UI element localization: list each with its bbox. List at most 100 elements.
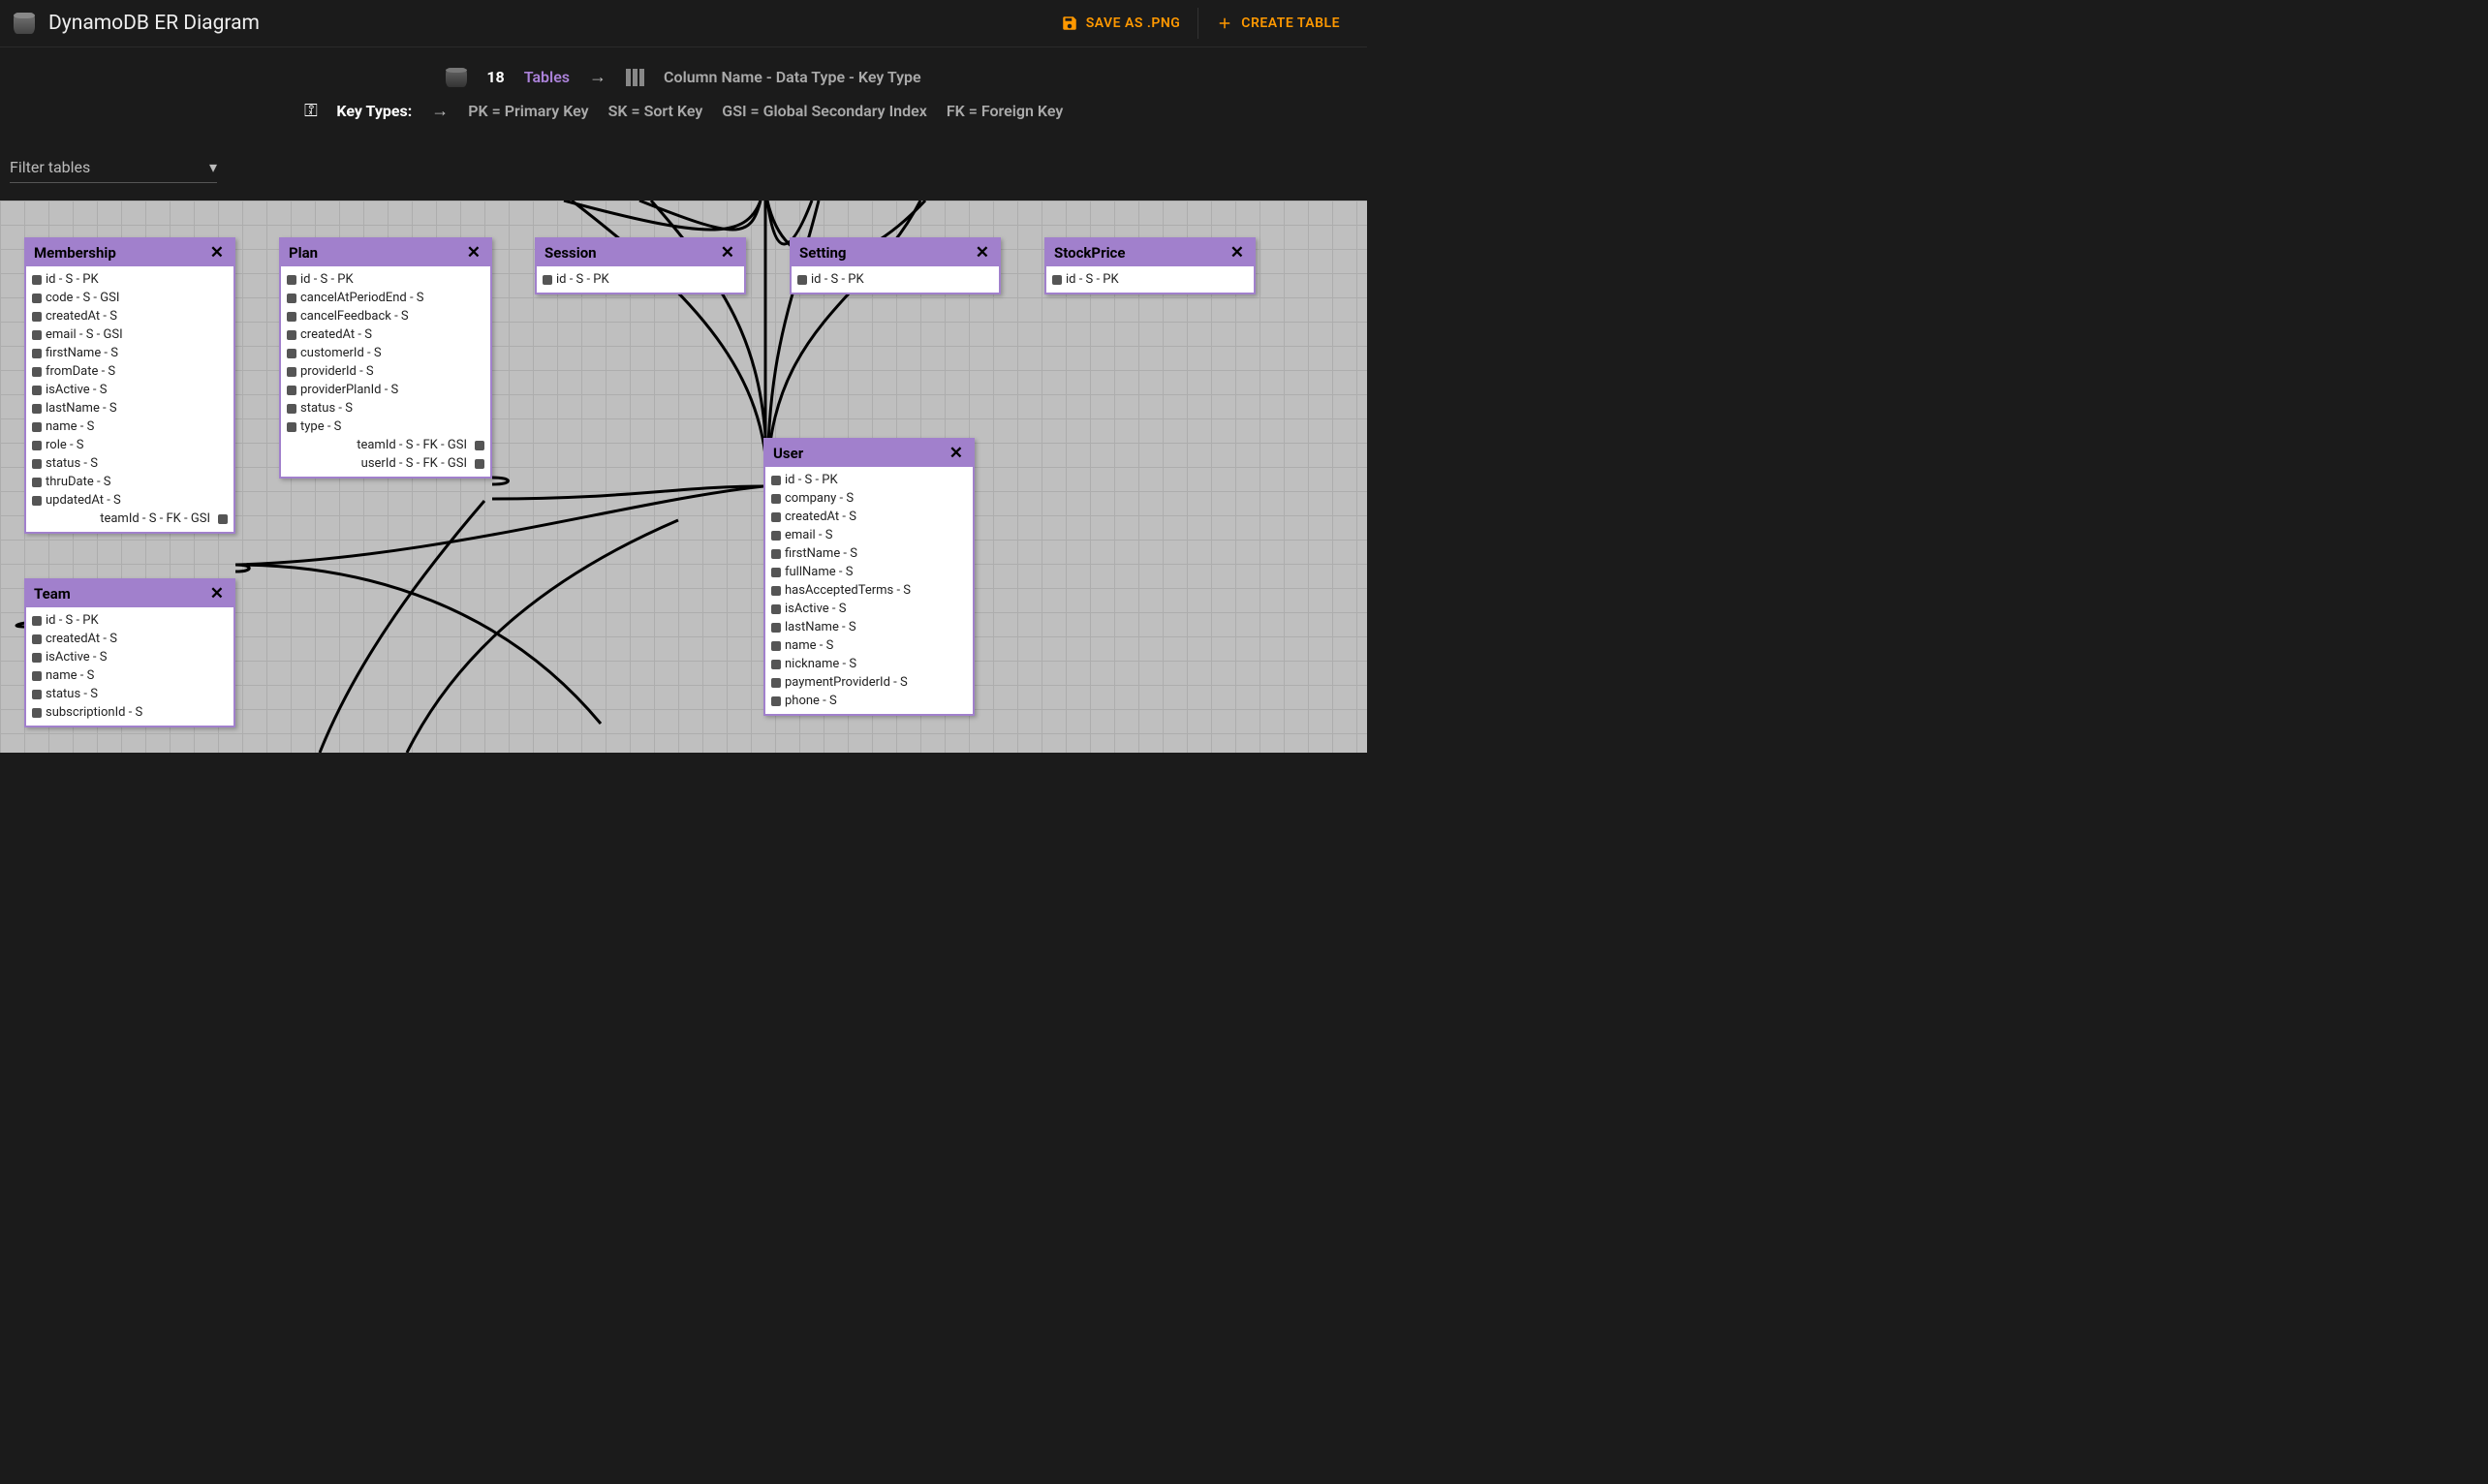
attribute-row[interactable]: id - S - PK xyxy=(283,270,488,289)
port-icon xyxy=(1052,275,1062,285)
entity-header[interactable]: Plan ✕ xyxy=(281,239,490,266)
close-icon[interactable]: ✕ xyxy=(1228,243,1246,263)
entity-session[interactable]: Session ✕ id - S - PK xyxy=(535,237,746,294)
plus-icon xyxy=(1216,15,1233,32)
entity-team[interactable]: Team ✕ id - S - PKcreatedAt - SisActive … xyxy=(24,578,235,727)
attribute-row[interactable]: cancelAtPeriodEnd - S xyxy=(283,289,488,307)
attribute-row[interactable]: createdAt - S xyxy=(283,325,488,344)
attribute-row[interactable]: updatedAt - S xyxy=(28,491,232,510)
er-canvas[interactable]: Membership ✕ id - S - PKcode - S - GSIcr… xyxy=(0,201,1367,753)
attribute-row[interactable]: hasAcceptedTerms - S xyxy=(767,581,971,600)
attribute-row[interactable]: cancelFeedback - S xyxy=(283,307,488,325)
entity-header[interactable]: Setting ✕ xyxy=(792,239,999,266)
port-icon xyxy=(475,459,484,469)
database-icon xyxy=(446,68,467,87)
column-caption: Column Name - Data Type - Key Type xyxy=(664,68,921,86)
attribute-label: hasAcceptedTerms - S xyxy=(785,583,911,598)
close-icon[interactable]: ✕ xyxy=(974,243,991,263)
attribute-label: providerPlanId - S xyxy=(300,383,398,397)
entity-header[interactable]: Membership ✕ xyxy=(26,239,233,266)
attribute-row[interactable]: firstName - S xyxy=(767,544,971,563)
attribute-row[interactable]: name - S xyxy=(28,666,232,685)
port-icon xyxy=(32,422,42,432)
save-as-png-button[interactable]: SAVE AS .PNG xyxy=(1047,7,1195,40)
attribute-row[interactable]: providerId - S xyxy=(283,362,488,381)
attribute-row[interactable]: id - S - PK xyxy=(767,471,971,489)
attribute-label: firstName - S xyxy=(46,346,118,360)
attribute-row[interactable]: role - S xyxy=(28,436,232,454)
attribute-row-fk[interactable]: teamId - S - FK - GSI xyxy=(283,436,488,454)
attribute-label: name - S xyxy=(46,668,94,683)
attribute-row[interactable]: fullName - S xyxy=(767,563,971,581)
attribute-row[interactable]: createdAt - S xyxy=(28,630,232,648)
attribute-row[interactable]: type - S xyxy=(283,417,488,436)
attribute-label: phone - S xyxy=(785,694,837,708)
entity-body: id - S - PKcompany - ScreatedAt - Semail… xyxy=(765,467,973,714)
attribute-row[interactable]: id - S - PK xyxy=(793,270,997,289)
attribute-row[interactable]: fromDate - S xyxy=(28,362,232,381)
attribute-label: firstName - S xyxy=(785,546,857,561)
port-icon xyxy=(475,441,484,450)
attribute-row[interactable]: company - S xyxy=(767,489,971,508)
attribute-row[interactable]: providerPlanId - S xyxy=(283,381,488,399)
attribute-row[interactable]: email - S xyxy=(767,526,971,544)
tables-link[interactable]: Tables xyxy=(524,68,570,86)
entity-header[interactable]: StockPrice ✕ xyxy=(1046,239,1254,266)
close-icon[interactable]: ✕ xyxy=(465,243,482,263)
save-label: SAVE AS .PNG xyxy=(1086,15,1181,31)
attribute-row[interactable]: paymentProviderId - S xyxy=(767,673,971,692)
close-icon[interactable]: ✕ xyxy=(208,584,226,603)
close-icon[interactable]: ✕ xyxy=(208,243,226,263)
divider xyxy=(1197,8,1198,39)
port-icon xyxy=(32,349,42,358)
attribute-row[interactable]: customerId - S xyxy=(283,344,488,362)
attribute-row[interactable]: isActive - S xyxy=(767,600,971,618)
attribute-row[interactable]: lastName - S xyxy=(767,618,971,636)
attribute-row[interactable]: status - S xyxy=(28,454,232,473)
port-icon xyxy=(771,512,781,522)
attribute-row[interactable]: firstName - S xyxy=(28,344,232,362)
attribute-label: userId - S - FK - GSI xyxy=(361,456,467,471)
attribute-row[interactable]: thruDate - S xyxy=(28,473,232,491)
entity-stockprice[interactable]: StockPrice ✕ id - S - PK xyxy=(1044,237,1256,294)
attribute-row[interactable]: id - S - PK xyxy=(28,270,232,289)
entity-header[interactable]: User ✕ xyxy=(765,440,973,467)
entity-user[interactable]: User ✕ id - S - PKcompany - ScreatedAt -… xyxy=(763,438,975,716)
entity-membership[interactable]: Membership ✕ id - S - PKcode - S - GSIcr… xyxy=(24,237,235,534)
table-count: 18 xyxy=(486,68,504,86)
port-icon xyxy=(32,330,42,340)
attribute-label: fullName - S xyxy=(785,565,853,579)
attribute-row[interactable]: name - S xyxy=(767,636,971,655)
attribute-row[interactable]: subscriptionId - S xyxy=(28,703,232,722)
attribute-row-fk[interactable]: teamId - S - FK - GSI xyxy=(28,510,232,528)
entity-header[interactable]: Session ✕ xyxy=(537,239,744,266)
entity-header[interactable]: Team ✕ xyxy=(26,580,233,607)
attribute-row[interactable]: status - S xyxy=(283,399,488,417)
attribute-row[interactable]: status - S xyxy=(28,685,232,703)
entity-plan[interactable]: Plan ✕ id - S - PKcancelAtPeriodEnd - Sc… xyxy=(279,237,492,479)
attribute-row[interactable]: email - S - GSI xyxy=(28,325,232,344)
attribute-row[interactable]: isActive - S xyxy=(28,381,232,399)
attribute-row[interactable]: name - S xyxy=(28,417,232,436)
attribute-row[interactable]: phone - S xyxy=(767,692,971,710)
entity-setting[interactable]: Setting ✕ id - S - PK xyxy=(790,237,1001,294)
close-icon[interactable]: ✕ xyxy=(948,444,965,463)
topbar: DynamoDB ER Diagram SAVE AS .PNG CREATE … xyxy=(0,0,1367,47)
attribute-row[interactable]: id - S - PK xyxy=(28,611,232,630)
attribute-row[interactable]: nickname - S xyxy=(767,655,971,673)
attribute-label: teamId - S - FK - GSI xyxy=(100,511,210,526)
attribute-row-fk[interactable]: userId - S - FK - GSI xyxy=(283,454,488,473)
attribute-row[interactable]: createdAt - S xyxy=(28,307,232,325)
attribute-label: status - S xyxy=(46,456,98,471)
attribute-row[interactable]: id - S - PK xyxy=(1048,270,1252,289)
attribute-row[interactable]: createdAt - S xyxy=(767,508,971,526)
attribute-label: fromDate - S xyxy=(46,364,115,379)
filter-tables-select[interactable]: Filter tables ▾ xyxy=(10,154,217,183)
attribute-row[interactable]: isActive - S xyxy=(28,648,232,666)
legend: 18 Tables → Column Name - Data Type - Ke… xyxy=(0,47,1367,142)
close-icon[interactable]: ✕ xyxy=(719,243,736,263)
create-table-button[interactable]: CREATE TABLE xyxy=(1202,7,1353,40)
attribute-row[interactable]: lastName - S xyxy=(28,399,232,417)
attribute-row[interactable]: id - S - PK xyxy=(539,270,742,289)
attribute-row[interactable]: code - S - GSI xyxy=(28,289,232,307)
